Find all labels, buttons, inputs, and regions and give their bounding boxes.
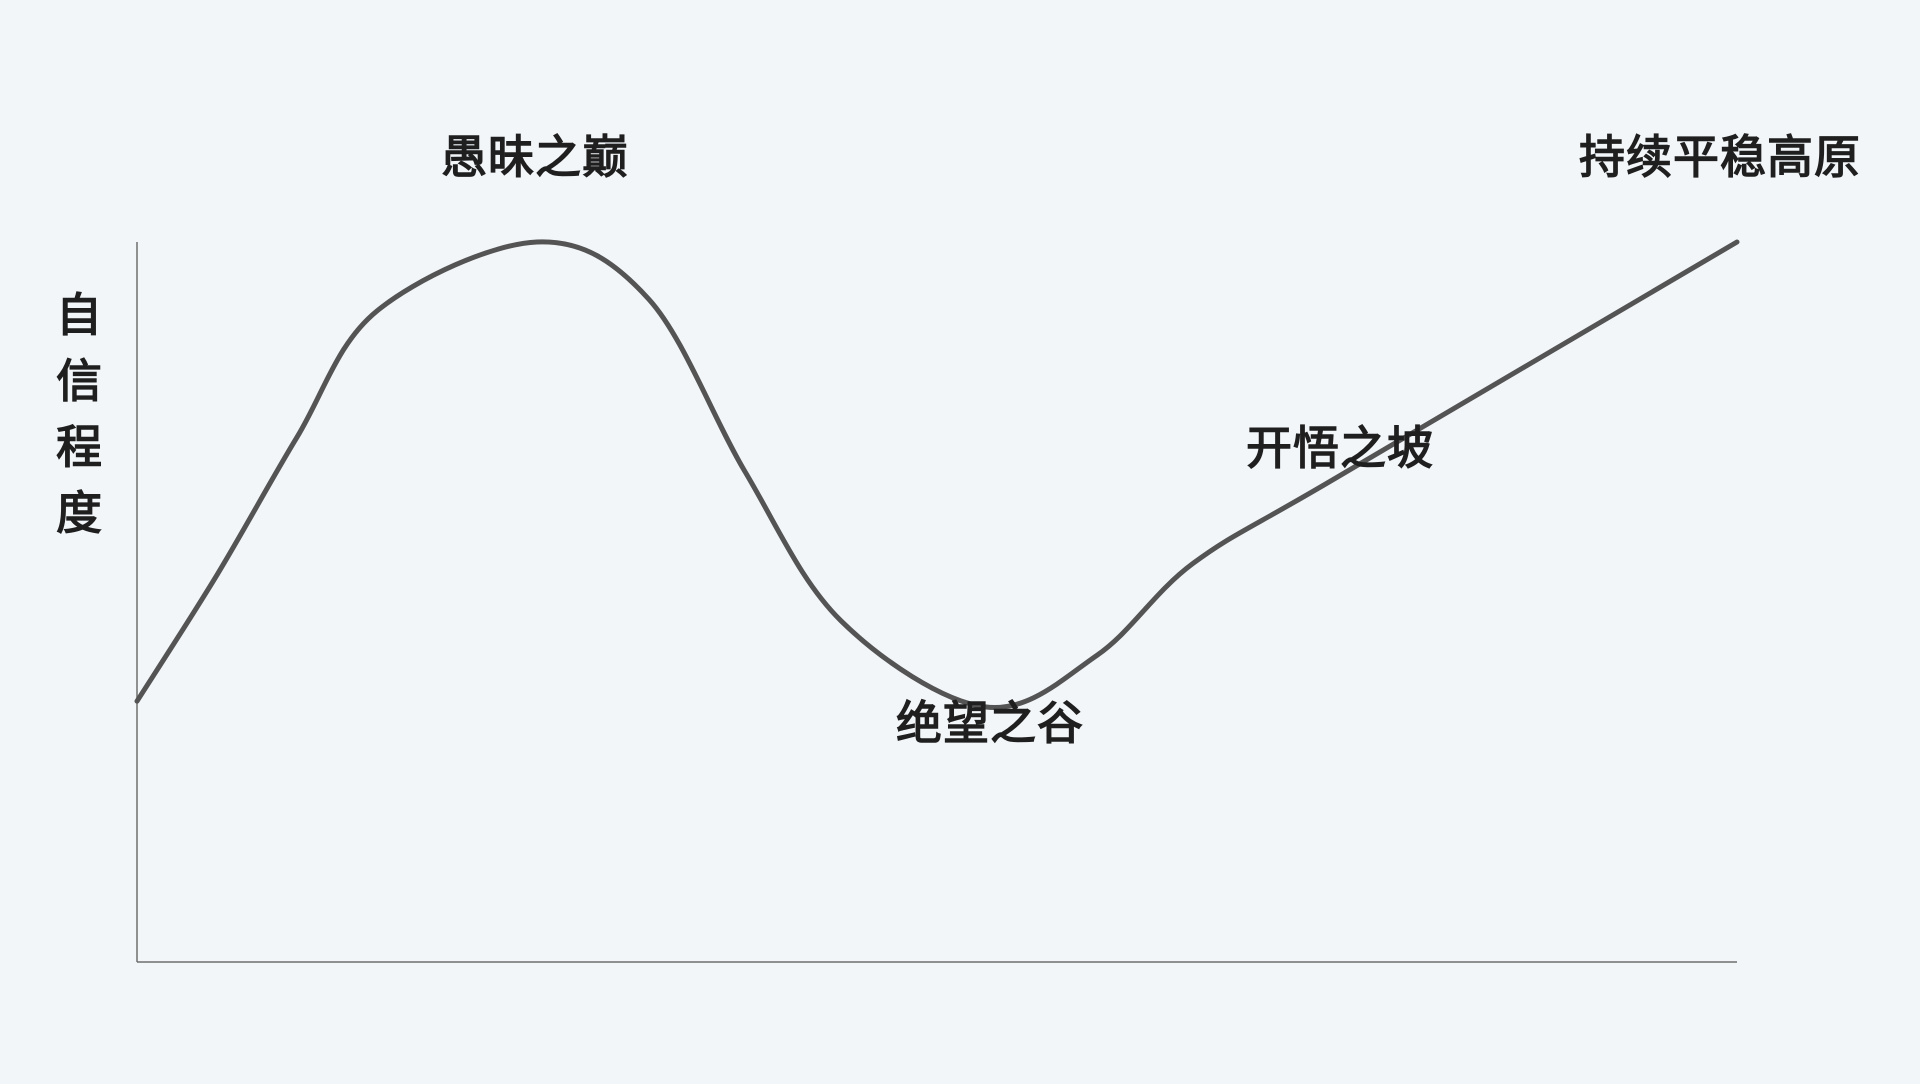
y-axis-label: 自信程度 [56, 288, 102, 540]
annotation-plateau-of-sustainability: 持续平稳高原 [1579, 130, 1861, 184]
diagram-canvas: 自信程度 愚昧之巅 绝望之谷 开悟之坡 持续平稳高原 [0, 0, 1920, 1080]
annotation-slope-of-enlightenment: 开悟之坡 [1246, 421, 1434, 475]
confidence-curve [134, 239, 1740, 711]
annotation-valley-of-despair: 绝望之谷 [896, 696, 1084, 750]
annotation-peak-of-stupidity: 愚昧之巅 [441, 130, 629, 184]
